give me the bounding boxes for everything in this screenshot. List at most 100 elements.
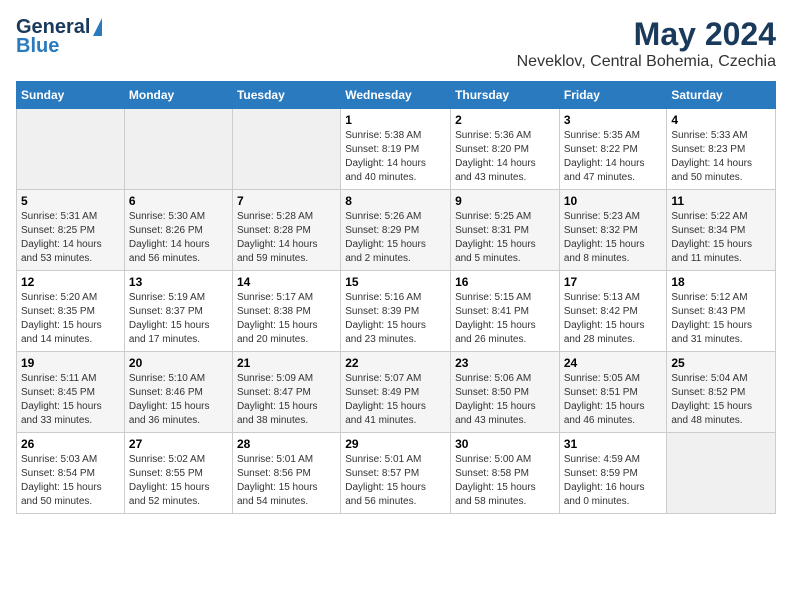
header-saturday: Saturday: [667, 82, 776, 109]
day-number: 3: [564, 113, 663, 127]
day-info: Sunrise: 5:01 AM Sunset: 8:56 PM Dayligh…: [237, 453, 336, 509]
calendar-cell: 2 Sunrise: 5:36 AM Sunset: 8:20 PM Daylig…: [451, 109, 560, 190]
day-info: Sunrise: 5:04 AM Sunset: 8:52 PM Dayligh…: [671, 372, 771, 428]
calendar-cell: 11 Sunrise: 5:22 AM Sunset: 8:34 PM Dayli…: [667, 190, 776, 271]
calendar-cell: 1 Sunrise: 5:38 AM Sunset: 8:19 PM Daylig…: [341, 109, 451, 190]
day-number: 26: [21, 437, 120, 451]
day-info: Sunrise: 5:02 AM Sunset: 8:55 PM Dayligh…: [129, 453, 228, 509]
calendar-week-row: 1 Sunrise: 5:38 AM Sunset: 8:19 PM Daylig…: [17, 109, 776, 190]
day-number: 13: [129, 275, 228, 289]
day-number: 8: [345, 194, 446, 208]
day-number: 12: [21, 275, 120, 289]
day-number: 16: [455, 275, 555, 289]
calendar-cell: 21 Sunrise: 5:09 AM Sunset: 8:47 PM Dayli…: [232, 352, 340, 433]
calendar-cell: 7 Sunrise: 5:28 AM Sunset: 8:28 PM Daylig…: [232, 190, 340, 271]
day-info: Sunrise: 5:33 AM Sunset: 8:23 PM Dayligh…: [671, 129, 771, 185]
calendar-week-row: 19Sunrise: 5:11 AM Sunset: 8:45 PM Dayli…: [17, 352, 776, 433]
calendar-cell: 6 Sunrise: 5:30 AM Sunset: 8:26 PM Daylig…: [124, 190, 232, 271]
day-info: Sunrise: 5:01 AM Sunset: 8:57 PM Dayligh…: [345, 453, 446, 509]
calendar-week-row: 12 Sunrise: 5:20 AM Sunset: 8:35 PM Dayli…: [17, 271, 776, 352]
calendar-cell: [17, 109, 125, 190]
day-info: Sunrise: 5:10 AM Sunset: 8:46 PM Dayligh…: [129, 372, 228, 428]
calendar-cell: 10 Sunrise: 5:23 AM Sunset: 8:32 PM Dayli…: [559, 190, 667, 271]
calendar-week-row: 26 Sunrise: 5:03 AM Sunset: 8:54 PM Dayli…: [17, 433, 776, 514]
day-info: Sunrise: 5:05 AM Sunset: 8:51 PM Dayligh…: [564, 372, 663, 428]
day-number: 5: [21, 194, 120, 208]
calendar-cell: 22Sunrise: 5:07 AM Sunset: 8:49 PM Dayli…: [341, 352, 451, 433]
day-info: Sunrise: 4:59 AM Sunset: 8:59 PM Dayligh…: [564, 453, 663, 509]
day-info: Sunrise: 5:13 AM Sunset: 8:42 PM Dayligh…: [564, 291, 663, 347]
day-number: 6: [129, 194, 228, 208]
calendar-table: SundayMondayTuesdayWednesdayThursdayFrid…: [16, 81, 776, 514]
day-number: 20: [129, 356, 228, 370]
day-info: Sunrise: 5:03 AM Sunset: 8:54 PM Dayligh…: [21, 453, 120, 509]
header-wednesday: Wednesday: [341, 82, 451, 109]
calendar-title: May 2024: [517, 16, 776, 53]
day-number: 10: [564, 194, 663, 208]
day-number: 30: [455, 437, 555, 451]
day-info: Sunrise: 5:20 AM Sunset: 8:35 PM Dayligh…: [21, 291, 120, 347]
calendar-cell: 30 Sunrise: 5:00 AM Sunset: 8:58 PM Dayli…: [451, 433, 560, 514]
day-number: 4: [671, 113, 771, 127]
day-info: Sunrise: 5:30 AM Sunset: 8:26 PM Dayligh…: [129, 210, 228, 266]
day-number: 9: [455, 194, 555, 208]
day-number: 15: [345, 275, 446, 289]
header-tuesday: Tuesday: [232, 82, 340, 109]
day-number: 7: [237, 194, 336, 208]
day-info: Sunrise: 5:19 AM Sunset: 8:37 PM Dayligh…: [129, 291, 228, 347]
day-number: 31: [564, 437, 663, 451]
day-info: Sunrise: 5:07 AM Sunset: 8:49 PM Dayligh…: [345, 372, 446, 428]
calendar-header-row: SundayMondayTuesdayWednesdayThursdayFrid…: [17, 82, 776, 109]
header-monday: Monday: [124, 82, 232, 109]
calendar-subtitle: Neveklov, Central Bohemia, Czechia: [517, 53, 776, 71]
calendar-cell: 9Sunrise: 5:25 AM Sunset: 8:31 PM Daylig…: [451, 190, 560, 271]
day-info: Sunrise: 5:06 AM Sunset: 8:50 PM Dayligh…: [455, 372, 555, 428]
logo-blue: Blue: [16, 35, 59, 58]
calendar-cell: 5 Sunrise: 5:31 AM Sunset: 8:25 PM Daylig…: [17, 190, 125, 271]
calendar-cell: 23Sunrise: 5:06 AM Sunset: 8:50 PM Dayli…: [451, 352, 560, 433]
day-number: 1: [345, 113, 446, 127]
calendar-cell: 8 Sunrise: 5:26 AM Sunset: 8:29 PM Daylig…: [341, 190, 451, 271]
calendar-cell: 3 Sunrise: 5:35 AM Sunset: 8:22 PM Daylig…: [559, 109, 667, 190]
calendar-cell: 12 Sunrise: 5:20 AM Sunset: 8:35 PM Dayli…: [17, 271, 125, 352]
calendar-cell: 25Sunrise: 5:04 AM Sunset: 8:52 PM Dayli…: [667, 352, 776, 433]
calendar-cell: 28Sunrise: 5:01 AM Sunset: 8:56 PM Dayli…: [232, 433, 340, 514]
day-number: 29: [345, 437, 446, 451]
day-number: 2: [455, 113, 555, 127]
header-friday: Friday: [559, 82, 667, 109]
calendar-cell: 15Sunrise: 5:16 AM Sunset: 8:39 PM Dayli…: [341, 271, 451, 352]
calendar-cell: 27Sunrise: 5:02 AM Sunset: 8:55 PM Dayli…: [124, 433, 232, 514]
day-info: Sunrise: 5:15 AM Sunset: 8:41 PM Dayligh…: [455, 291, 555, 347]
day-info: Sunrise: 5:31 AM Sunset: 8:25 PM Dayligh…: [21, 210, 120, 266]
calendar-cell: 29 Sunrise: 5:01 AM Sunset: 8:57 PM Dayli…: [341, 433, 451, 514]
calendar-cell: 17 Sunrise: 5:13 AM Sunset: 8:42 PM Dayli…: [559, 271, 667, 352]
day-info: Sunrise: 5:11 AM Sunset: 8:45 PM Dayligh…: [21, 372, 120, 428]
day-info: Sunrise: 5:38 AM Sunset: 8:19 PM Dayligh…: [345, 129, 446, 185]
day-number: 11: [671, 194, 771, 208]
day-info: Sunrise: 5:28 AM Sunset: 8:28 PM Dayligh…: [237, 210, 336, 266]
day-info: Sunrise: 5:17 AM Sunset: 8:38 PM Dayligh…: [237, 291, 336, 347]
calendar-week-row: 5 Sunrise: 5:31 AM Sunset: 8:25 PM Daylig…: [17, 190, 776, 271]
calendar-cell: [124, 109, 232, 190]
calendar-cell: 18Sunrise: 5:12 AM Sunset: 8:43 PM Dayli…: [667, 271, 776, 352]
day-info: Sunrise: 5:23 AM Sunset: 8:32 PM Dayligh…: [564, 210, 663, 266]
day-info: Sunrise: 5:36 AM Sunset: 8:20 PM Dayligh…: [455, 129, 555, 185]
calendar-cell: 24 Sunrise: 5:05 AM Sunset: 8:51 PM Dayli…: [559, 352, 667, 433]
day-info: Sunrise: 5:12 AM Sunset: 8:43 PM Dayligh…: [671, 291, 771, 347]
calendar-cell: 4 Sunrise: 5:33 AM Sunset: 8:23 PM Daylig…: [667, 109, 776, 190]
day-number: 17: [564, 275, 663, 289]
day-info: Sunrise: 5:22 AM Sunset: 8:34 PM Dayligh…: [671, 210, 771, 266]
calendar-cell: 20 Sunrise: 5:10 AM Sunset: 8:46 PM Dayli…: [124, 352, 232, 433]
day-info: Sunrise: 5:26 AM Sunset: 8:29 PM Dayligh…: [345, 210, 446, 266]
day-info: Sunrise: 5:35 AM Sunset: 8:22 PM Dayligh…: [564, 129, 663, 185]
calendar-cell: 14Sunrise: 5:17 AM Sunset: 8:38 PM Dayli…: [232, 271, 340, 352]
day-number: 21: [237, 356, 336, 370]
day-info: Sunrise: 5:00 AM Sunset: 8:58 PM Dayligh…: [455, 453, 555, 509]
header-thursday: Thursday: [451, 82, 560, 109]
calendar-cell: [667, 433, 776, 514]
calendar-cell: 31 Sunrise: 4:59 AM Sunset: 8:59 PM Dayli…: [559, 433, 667, 514]
logo-triangle-icon: [93, 18, 102, 36]
day-info: Sunrise: 5:09 AM Sunset: 8:47 PM Dayligh…: [237, 372, 336, 428]
day-number: 24: [564, 356, 663, 370]
calendar-cell: 26 Sunrise: 5:03 AM Sunset: 8:54 PM Dayli…: [17, 433, 125, 514]
